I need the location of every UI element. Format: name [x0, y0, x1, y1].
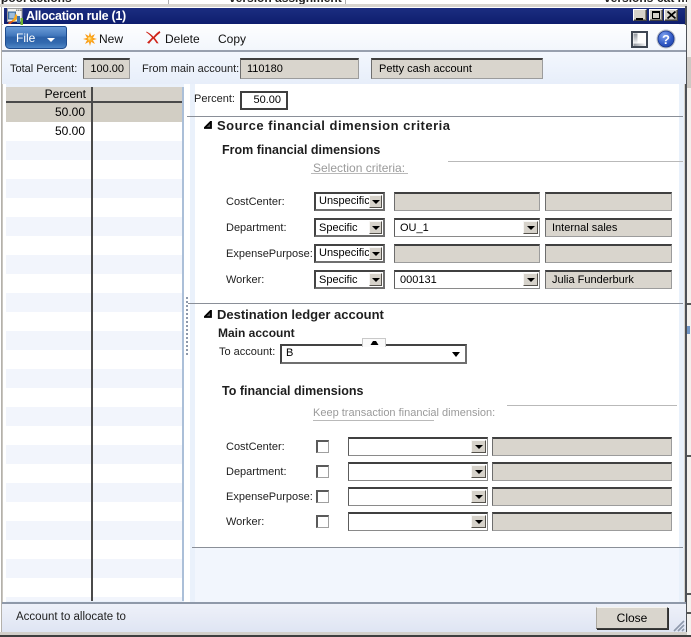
svg-text:?: ?: [662, 32, 670, 47]
